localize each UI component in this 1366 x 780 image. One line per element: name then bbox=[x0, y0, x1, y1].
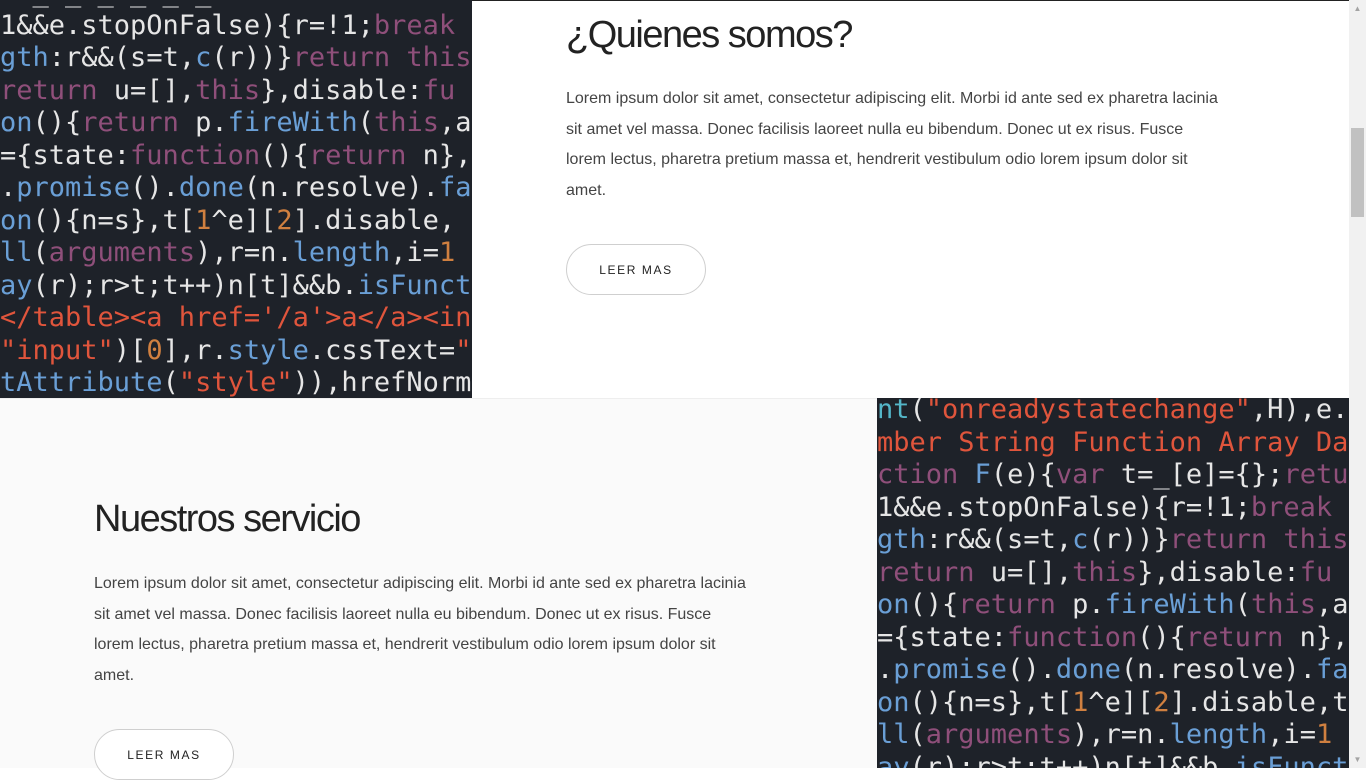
services-read-more-button[interactable]: LEER MAS bbox=[94, 729, 234, 780]
code-image-top: _ _ _ _ _ _ 1&&e.stopOnFalse){r=!1;break… bbox=[0, 0, 472, 398]
scroll-down-arrow-icon[interactable]: ▼ bbox=[1349, 751, 1366, 768]
about-title: ¿Quienes somos? bbox=[566, 14, 853, 56]
vertical-scrollbar[interactable]: ▲ ▼ bbox=[1349, 0, 1366, 768]
scrollbar-thumb[interactable] bbox=[1351, 128, 1364, 217]
about-read-more-button[interactable]: LEER MAS bbox=[566, 244, 706, 295]
services-text: Lorem ipsum dolor sit amet, consectetur … bbox=[94, 575, 746, 684]
page: _ _ _ _ _ _ 1&&e.stopOnFalse){r=!1;break… bbox=[0, 0, 1349, 780]
services-title: Nuestros servicio bbox=[94, 498, 361, 540]
about-text: Lorem ipsum dolor sit amet, consectetur … bbox=[566, 90, 1218, 199]
scroll-up-arrow-icon[interactable]: ▲ bbox=[1349, 0, 1366, 17]
code-image-bottom: nt("onreadystatechange",H),e. mber Strin… bbox=[877, 398, 1349, 768]
